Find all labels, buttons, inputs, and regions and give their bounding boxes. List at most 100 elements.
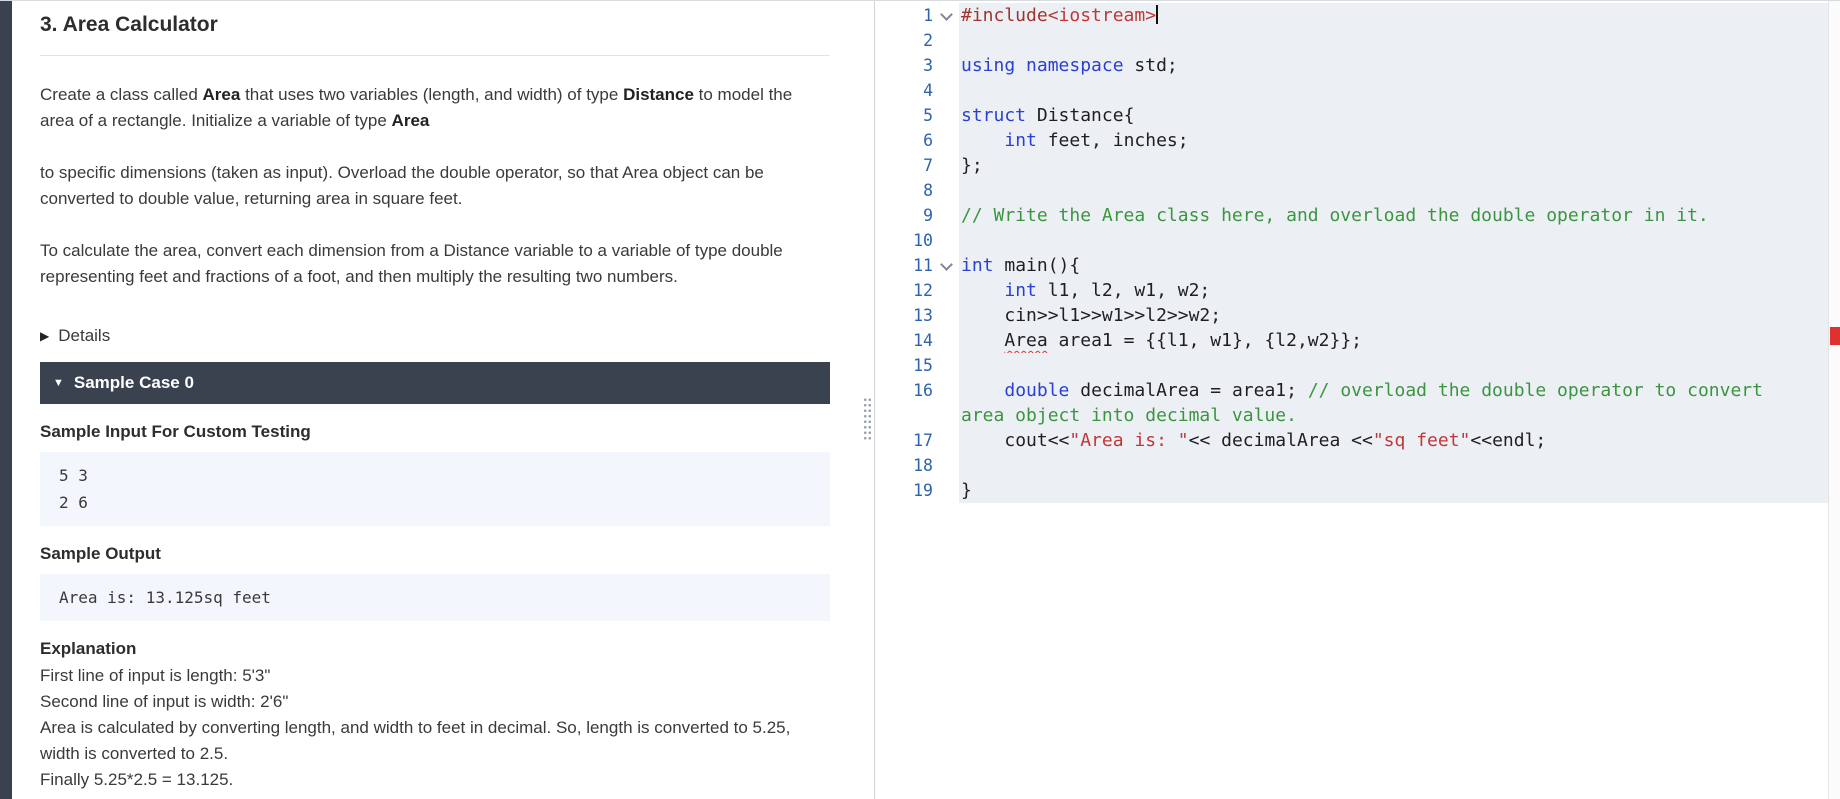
code-line-text[interactable]: cout<<"Area is: "<< decimalArea <<"sq fe…	[959, 428, 1828, 453]
line-number: 2	[923, 31, 933, 50]
line-number: 9	[923, 206, 933, 225]
editor-line: 11 int main(){	[875, 253, 1828, 278]
code-line-text[interactable]: struct Distance{	[959, 103, 1828, 128]
editor-line: 5 struct Distance{	[875, 103, 1828, 128]
gutter-fold-cell	[933, 128, 959, 153]
code-line-text[interactable]: double decimalArea = area1; // overload …	[959, 378, 1828, 428]
pane-divider[interactable]	[863, 1, 875, 799]
drag-handle-icon[interactable]	[863, 397, 872, 441]
code-line-text[interactable]: #include<iostream>	[959, 3, 1828, 28]
explanation-line: Second line of input is width: 2'6"	[40, 692, 289, 711]
fold-icon[interactable]	[939, 8, 953, 21]
editor-line: 2	[875, 28, 1828, 53]
sample-case-body: Sample Input For Custom Testing 5 3 2 6 …	[40, 422, 830, 793]
code-line-text[interactable]: int main(){	[959, 253, 1828, 278]
code-editor[interactable]: 1 #include<iostream> 2 3 using namespace std…	[875, 1, 1828, 799]
gutter-fold-cell	[933, 478, 959, 503]
line-number: 15	[913, 356, 933, 375]
explanation-label: Explanation	[40, 639, 137, 658]
code-line-text[interactable]	[959, 228, 1828, 253]
sample-case-title: Sample Case 0	[73, 373, 194, 392]
gutter-fold-cell	[933, 278, 959, 303]
editor-line: 12 int l1, l2, w1, w2;	[875, 278, 1828, 303]
line-number: 7	[923, 156, 933, 175]
editor-line: 19}	[875, 478, 1828, 503]
app-root: 3. Area Calculator Create a class called…	[0, 0, 1840, 799]
problem-description: Create a class called Area that uses two…	[40, 82, 830, 290]
text-cursor	[1156, 5, 1159, 24]
explanation-line: Area is calculated by converting length,…	[40, 718, 791, 763]
code-line-text[interactable]	[959, 78, 1828, 103]
line-number: 5	[923, 106, 933, 125]
collapsed-sidebar-edge[interactable]	[0, 1, 12, 799]
line-number: 12	[913, 281, 933, 300]
editor-line: 18	[875, 453, 1828, 478]
code-line-text[interactable]	[959, 353, 1828, 378]
line-number: 4	[923, 81, 933, 100]
gutter-fold-cell	[933, 378, 959, 428]
line-number: 19	[913, 481, 933, 500]
line-number: 17	[913, 431, 933, 450]
sample-output-block: Area is: 13.125sq feet	[40, 574, 830, 621]
code-line-text[interactable]: int feet, inches;	[959, 128, 1828, 153]
editor-lines: 1 #include<iostream> 2 3 using namespace std…	[875, 3, 1828, 503]
code-line-text[interactable]	[959, 178, 1828, 203]
gutter-fold-cell	[933, 53, 959, 78]
line-number: 14	[913, 331, 933, 350]
editor-line: 13 cin>>l1>>w1>>l2>>w2;	[875, 303, 1828, 328]
sample-input-label: Sample Input For Custom Testing	[40, 422, 311, 441]
line-number: 11	[913, 256, 933, 275]
gutter-fold-cell	[933, 253, 959, 278]
line-number: 10	[913, 231, 933, 250]
error-marker-icon	[1830, 327, 1840, 345]
editor-line: 16 double decimalArea = area1; // overlo…	[875, 378, 1828, 428]
editor-line: 6 int feet, inches;	[875, 128, 1828, 153]
code-line-text[interactable]: // Write the Area class here, and overlo…	[959, 203, 1828, 228]
editor-line: 1 #include<iostream>	[875, 3, 1828, 28]
description-paragraph: Create a class called Area that uses two…	[40, 85, 793, 130]
line-number: 18	[913, 456, 933, 475]
line-number: 8	[923, 181, 933, 200]
line-number: 3	[923, 56, 933, 75]
code-line-text[interactable]: }	[959, 478, 1828, 503]
gutter-fold-cell	[933, 28, 959, 53]
line-number: 13	[913, 306, 933, 325]
expanded-triangle-icon: ▼	[53, 377, 64, 389]
gutter-fold-cell	[933, 78, 959, 103]
description-paragraph: To calculate the area, convert each dime…	[40, 241, 783, 286]
details-toggle[interactable]: ▶ Details	[40, 326, 160, 346]
editor-line: 17 cout<<"Area is: "<< decimalArea <<"sq…	[875, 428, 1828, 453]
problem-pane: 3. Area Calculator Create a class called…	[12, 1, 874, 799]
gutter-fold-cell	[933, 203, 959, 228]
description-paragraph: to specific dimensions (taken as input).…	[40, 163, 764, 208]
code-line-text[interactable]	[959, 28, 1828, 53]
gutter-fold-cell	[933, 328, 959, 353]
line-number: 16	[913, 381, 933, 400]
editor-line: 9 // Write the Area class here, and overl…	[875, 203, 1828, 228]
gutter-fold-cell	[933, 453, 959, 478]
gutter-fold-cell	[933, 3, 959, 28]
line-number: 6	[923, 131, 933, 150]
sample-case-header[interactable]: ▼ Sample Case 0	[40, 362, 830, 404]
gutter-fold-cell	[933, 103, 959, 128]
gutter-fold-cell	[933, 303, 959, 328]
sample-output-label: Sample Output	[40, 544, 161, 563]
editor-line: 7};	[875, 153, 1828, 178]
fold-icon[interactable]	[939, 258, 953, 271]
code-line-text[interactable]	[959, 453, 1828, 478]
code-line-text[interactable]: using namespace std;	[959, 53, 1828, 78]
code-line-text[interactable]: int l1, l2, w1, w2;	[959, 278, 1828, 303]
gutter-fold-cell	[933, 153, 959, 178]
editor-scrollbar[interactable]	[1828, 1, 1840, 799]
code-line-text[interactable]: };	[959, 153, 1828, 178]
gutter-fold-cell	[933, 428, 959, 453]
editor-line: 4	[875, 78, 1828, 103]
code-line-text[interactable]: Area area1 = {{l1, w1}, {l2,w2}};	[959, 328, 1828, 353]
details-label: Details	[58, 326, 111, 345]
collapsed-triangle-icon: ▶	[40, 329, 50, 343]
explanation-line: First line of input is length: 5'3"	[40, 666, 271, 685]
editor-line: 3 using namespace std;	[875, 53, 1828, 78]
explanation-line: Finally 5.25*2.5 = 13.125.	[40, 770, 234, 789]
code-line-text[interactable]: cin>>l1>>w1>>l2>>w2;	[959, 303, 1828, 328]
title-divider	[40, 55, 830, 56]
